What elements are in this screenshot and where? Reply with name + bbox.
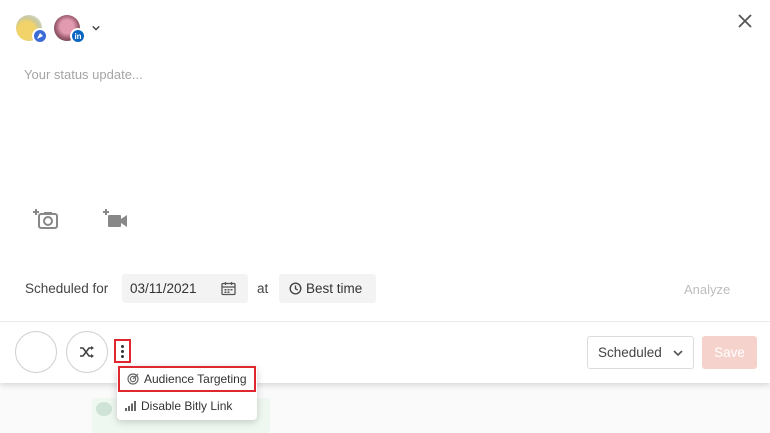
- menu-item-disable-bitly-link[interactable]: Disable Bitly Link: [117, 393, 257, 419]
- more-options-button[interactable]: [114, 339, 131, 363]
- best-time-button[interactable]: Best time: [279, 274, 376, 303]
- account-avatar[interactable]: in: [54, 15, 86, 44]
- shuffle-icon: [80, 346, 94, 358]
- menu-item-label: Disable Bitly Link: [141, 399, 233, 413]
- compose-modal: in Scheduled for 03/11/2021 at Best time: [0, 0, 770, 383]
- add-video-icon[interactable]: [101, 204, 129, 232]
- kebab-dot: [121, 354, 124, 358]
- status-dropdown-value: Scheduled: [598, 345, 662, 360]
- kebab-dot: [121, 349, 124, 353]
- account-selector[interactable]: in: [16, 14, 100, 44]
- linkedin-badge-icon: in: [70, 28, 86, 44]
- chevron-down-icon[interactable]: [92, 24, 100, 32]
- scheduled-for-label: Scheduled for: [25, 281, 109, 296]
- account-avatar[interactable]: [16, 15, 48, 44]
- kebab-dot: [121, 344, 124, 348]
- schedule-date-value: 03/11/2021: [130, 281, 197, 296]
- more-options-menu: Audience Targeting Disable Bitly Link: [117, 366, 257, 420]
- schedule-date-field[interactable]: 03/11/2021: [122, 274, 248, 303]
- at-label: at: [257, 281, 269, 296]
- leaf-icon: [96, 402, 112, 416]
- best-time-label: Best time: [306, 281, 363, 296]
- menu-item-label: Audience Targeting: [144, 372, 247, 386]
- status-dropdown[interactable]: Scheduled: [587, 336, 694, 369]
- analyze-link[interactable]: Analyze: [684, 282, 730, 297]
- signal-bars-icon: [125, 401, 136, 411]
- shuffle-button[interactable]: [66, 331, 108, 373]
- calendar-icon[interactable]: [221, 281, 236, 296]
- menu-item-audience-targeting[interactable]: Audience Targeting: [118, 366, 256, 392]
- footer-divider: [0, 321, 770, 322]
- save-button[interactable]: Save: [702, 336, 757, 369]
- chevron-down-icon: [673, 350, 683, 357]
- pin-badge-icon: [32, 28, 48, 44]
- clock-icon: [289, 282, 302, 295]
- target-icon: [127, 373, 139, 385]
- add-photo-icon[interactable]: [31, 204, 59, 232]
- status-update-input[interactable]: [24, 64, 724, 84]
- close-icon[interactable]: [736, 12, 754, 30]
- emoji-button[interactable]: [15, 331, 57, 373]
